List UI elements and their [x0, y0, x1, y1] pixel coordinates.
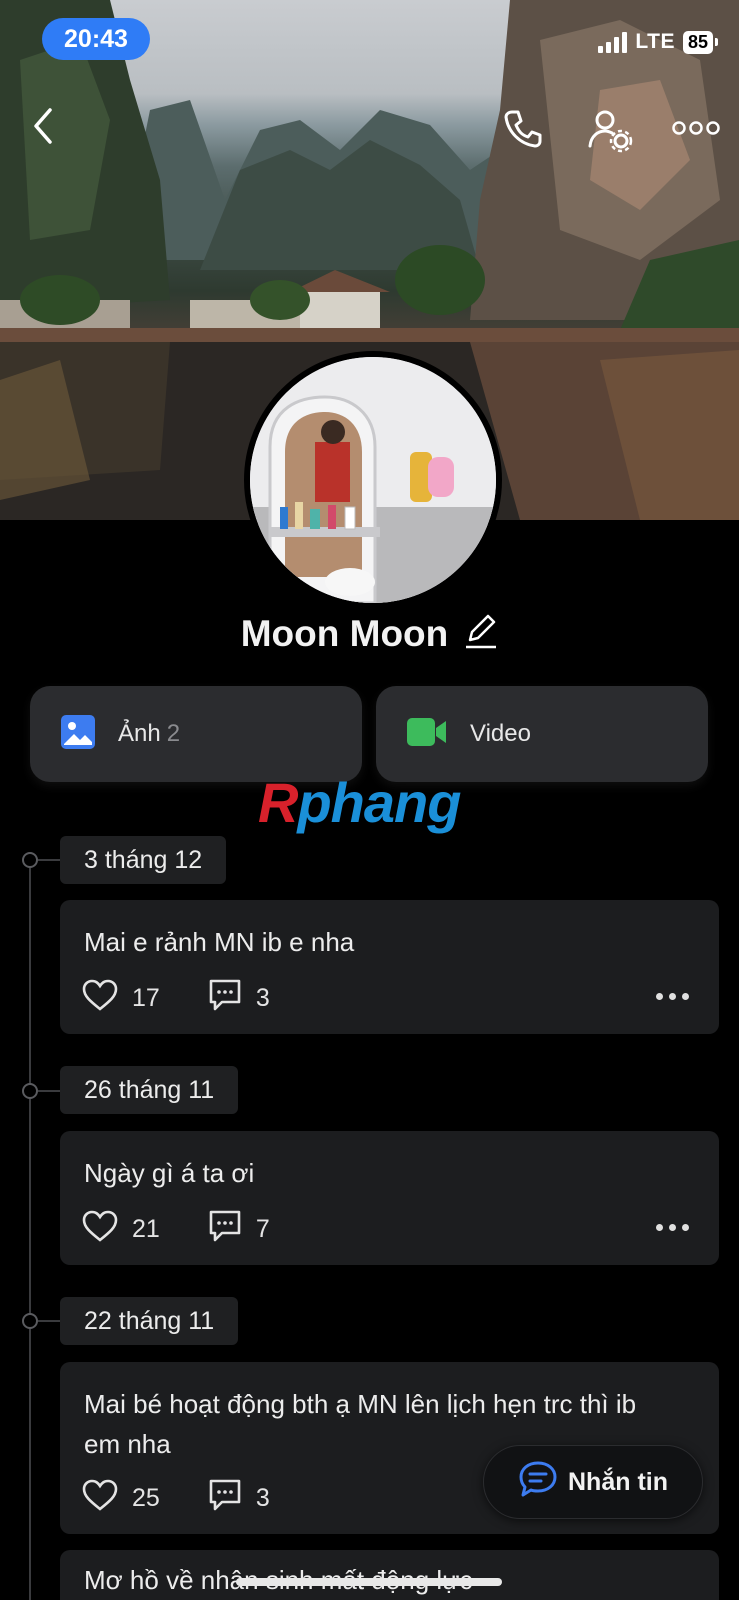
- chat-bubble-icon: [518, 1460, 558, 1505]
- timeline-post[interactable]: Mơ hồ về nhân sinh mất động lực: [60, 1550, 719, 1600]
- comment-button[interactable]: 3: [208, 1478, 270, 1519]
- heart-icon: [82, 1479, 118, 1518]
- like-button[interactable]: 21: [82, 1210, 160, 1249]
- comment-icon: [208, 978, 242, 1019]
- comment-button[interactable]: 3: [208, 978, 270, 1019]
- image-icon: [60, 714, 96, 755]
- video-camera-icon: [406, 716, 448, 753]
- date-tag: 22 tháng 11: [60, 1297, 239, 1345]
- more-horizontal-icon[interactable]: [672, 120, 720, 141]
- videos-label: Video: [470, 720, 531, 747]
- user-settings-icon[interactable]: [588, 108, 634, 159]
- chevron-left-icon[interactable]: [30, 106, 56, 151]
- timeline-dot: [22, 1083, 38, 1099]
- avatar[interactable]: [244, 351, 502, 609]
- like-count: 21: [132, 1215, 160, 1243]
- post-text: Mai e rảnh MN ib e nha: [84, 927, 355, 957]
- timeline-post[interactable]: Ngày gì á ta ơi 21 7: [60, 1131, 719, 1265]
- comment-count: 3: [255, 1484, 270, 1512]
- comment-icon: [208, 1209, 242, 1250]
- message-button[interactable]: Nhắn tin: [483, 1445, 703, 1519]
- status-time: 20:43: [42, 18, 150, 60]
- like-button[interactable]: 25: [82, 1479, 160, 1518]
- message-button-label: Nhắn tin: [568, 1467, 668, 1496]
- home-indicator: [236, 1578, 502, 1586]
- photos-count: 2: [166, 720, 181, 747]
- videos-button[interactable]: Video: [376, 686, 708, 782]
- post-text: Ngày gì á ta ơi: [84, 1158, 255, 1188]
- watermark-logo: Rphang: [258, 771, 461, 834]
- timeline-dot: [22, 852, 38, 868]
- like-count: 25: [132, 1484, 160, 1512]
- comment-count: 3: [255, 984, 270, 1012]
- like-count: 17: [132, 984, 160, 1012]
- pencil-icon[interactable]: [464, 612, 498, 655]
- date-tag: 26 tháng 11: [60, 1066, 239, 1114]
- status-indicators: LTE 85: [598, 30, 719, 54]
- date-tag: 3 tháng 12: [60, 836, 227, 884]
- signal-icon: [598, 31, 628, 53]
- photos-button[interactable]: Ảnh 2: [30, 686, 362, 782]
- battery-level: 85: [682, 30, 719, 54]
- comment-icon: [208, 1478, 242, 1519]
- comment-count: 7: [255, 1215, 270, 1243]
- like-button[interactable]: 17: [82, 979, 160, 1018]
- heart-icon: [82, 1210, 118, 1249]
- phone-icon[interactable]: [502, 108, 544, 155]
- network-type: LTE: [635, 30, 675, 53]
- timeline-post[interactable]: Mai e rảnh MN ib e nha 17 3: [60, 900, 719, 1034]
- profile-name: Moon Moon: [240, 612, 449, 654]
- post-more-icon[interactable]: [656, 993, 689, 1000]
- comment-button[interactable]: 7: [208, 1209, 270, 1250]
- timeline-dot: [22, 1313, 38, 1329]
- profile-name-row: Moon Moon: [0, 612, 739, 655]
- post-more-icon[interactable]: [656, 1224, 689, 1231]
- photos-label: Ảnh: [118, 720, 161, 747]
- timeline-line: [29, 860, 31, 1600]
- heart-icon: [82, 979, 118, 1018]
